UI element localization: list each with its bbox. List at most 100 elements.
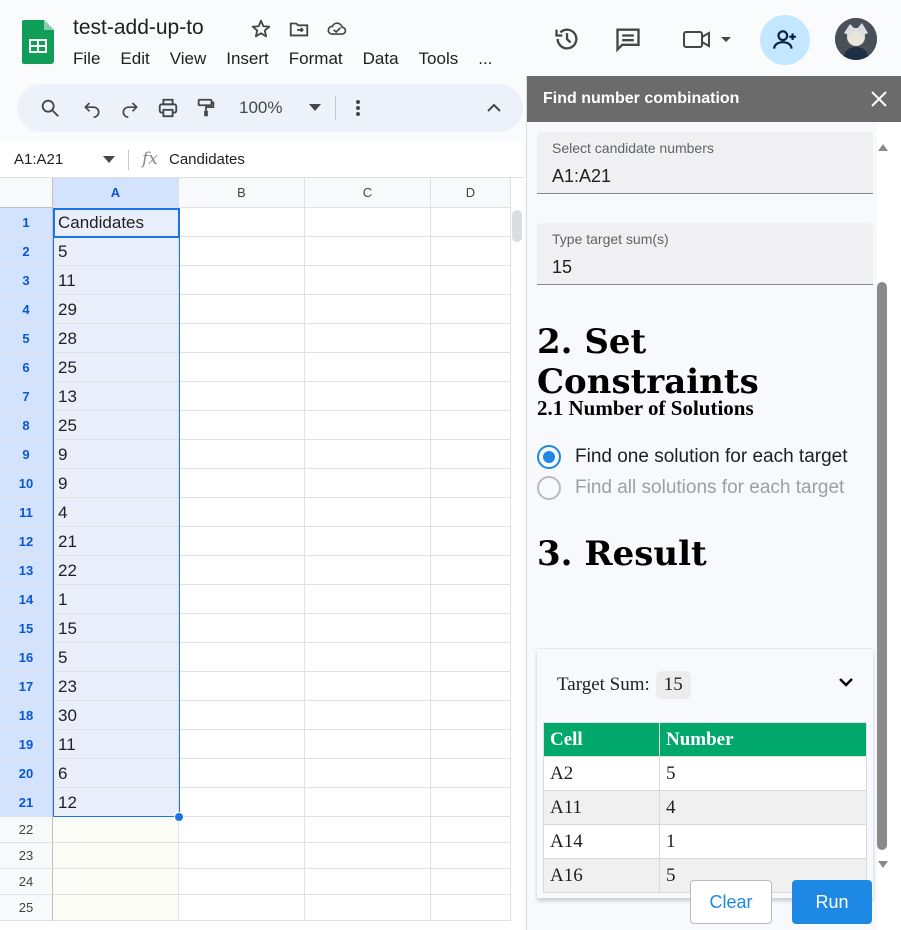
search-menus-icon[interactable] (35, 93, 65, 123)
cell-empty[interactable] (305, 266, 431, 295)
cell-empty[interactable] (179, 208, 305, 237)
cell-empty[interactable] (179, 266, 305, 295)
cell-a[interactable] (53, 843, 179, 869)
row-header[interactable]: 11 (0, 498, 53, 527)
comments-icon[interactable] (613, 24, 643, 54)
cell-empty[interactable] (179, 614, 305, 643)
radio-selected-icon[interactable] (537, 445, 561, 469)
cell-empty[interactable] (431, 556, 511, 585)
panel-scrollbar-thumb[interactable] (877, 282, 887, 850)
cell-empty[interactable] (305, 295, 431, 324)
cell-empty[interactable] (179, 498, 305, 527)
cell-empty[interactable] (179, 237, 305, 266)
row-header[interactable]: 8 (0, 411, 53, 440)
cell-a[interactable]: 1 (53, 585, 179, 614)
radio-all-solutions[interactable]: Find all solutions for each target (537, 476, 844, 500)
cell-empty[interactable] (179, 353, 305, 382)
row-header[interactable]: 19 (0, 730, 53, 759)
radio-unselected-icon[interactable] (537, 476, 561, 500)
cell-empty[interactable] (179, 843, 305, 869)
cell-empty[interactable] (431, 643, 511, 672)
scroll-down-icon[interactable] (877, 860, 889, 870)
row-header[interactable]: 12 (0, 527, 53, 556)
row-header[interactable]: 9 (0, 440, 53, 469)
sheets-logo-icon[interactable] (22, 20, 54, 64)
fill-handle[interactable] (174, 812, 184, 822)
menu-insert[interactable]: Insert (226, 49, 269, 69)
version-history-icon[interactable] (552, 24, 582, 54)
cell-empty[interactable] (305, 672, 431, 701)
cell-empty[interactable] (431, 266, 511, 295)
column-header-d[interactable]: D (431, 178, 511, 208)
cell-empty[interactable] (305, 498, 431, 527)
cell-empty[interactable] (431, 759, 511, 788)
row-header[interactable]: 22 (0, 817, 53, 843)
cell-a[interactable]: 21 (53, 527, 179, 556)
cell-empty[interactable] (305, 817, 431, 843)
cell-a[interactable]: 22 (53, 556, 179, 585)
paint-format-icon[interactable] (191, 93, 221, 123)
row-header[interactable]: 10 (0, 469, 53, 498)
row-header[interactable]: 13 (0, 556, 53, 585)
row-header[interactable]: 25 (0, 895, 53, 921)
cell-empty[interactable] (179, 759, 305, 788)
cell-empty[interactable] (305, 324, 431, 353)
formula-content[interactable]: Candidates (169, 151, 245, 168)
candidate-range-field[interactable]: Select candidate numbers A1:A21 (537, 132, 873, 194)
cell-a[interactable]: 23 (53, 672, 179, 701)
column-header-a[interactable]: A (53, 178, 179, 208)
row-header[interactable]: 6 (0, 353, 53, 382)
cell-empty[interactable] (179, 411, 305, 440)
cell-a[interactable]: 5 (53, 237, 179, 266)
row-header[interactable]: 21 (0, 788, 53, 817)
name-box[interactable]: A1:A21 (14, 151, 63, 168)
menu-tools[interactable]: Tools (419, 49, 459, 69)
cell-empty[interactable] (305, 759, 431, 788)
cell-empty[interactable] (305, 208, 431, 237)
cell-empty[interactable] (431, 382, 511, 411)
cell-empty[interactable] (179, 585, 305, 614)
cell-empty[interactable] (431, 614, 511, 643)
cell-a[interactable] (53, 869, 179, 895)
menu-file[interactable]: File (73, 49, 100, 69)
cell-a[interactable]: 15 (53, 614, 179, 643)
cell-empty[interactable] (431, 895, 511, 921)
cell-a[interactable]: 25 (53, 411, 179, 440)
run-button[interactable]: Run (792, 880, 872, 924)
row-header[interactable]: 24 (0, 869, 53, 895)
column-header-b[interactable]: B (179, 178, 305, 208)
row-header[interactable]: 5 (0, 324, 53, 353)
cell-empty[interactable] (431, 730, 511, 759)
cell-a[interactable]: 4 (53, 498, 179, 527)
cell-empty[interactable] (305, 730, 431, 759)
avatar[interactable] (835, 18, 877, 60)
menu-edit[interactable]: Edit (120, 49, 149, 69)
cell-a[interactable]: 11 (53, 730, 179, 759)
menu-view[interactable]: View (170, 49, 207, 69)
cell-empty[interactable] (179, 730, 305, 759)
cell-a[interactable] (53, 817, 179, 843)
cell-empty[interactable] (179, 701, 305, 730)
chevron-down-icon[interactable] (103, 156, 115, 164)
cell-empty[interactable] (431, 440, 511, 469)
cell-empty[interactable] (431, 817, 511, 843)
grid-scrollbar-thumb[interactable] (512, 210, 522, 242)
row-header[interactable]: 18 (0, 701, 53, 730)
cell-a[interactable]: 9 (53, 469, 179, 498)
menu-more[interactable]: ... (478, 49, 492, 69)
cell-empty[interactable] (305, 527, 431, 556)
cell-empty[interactable] (305, 237, 431, 266)
cell-empty[interactable] (179, 643, 305, 672)
cell-empty[interactable] (431, 788, 511, 817)
cell-a[interactable] (53, 895, 179, 921)
cloud-saved-icon[interactable] (326, 18, 348, 40)
cell-empty[interactable] (305, 382, 431, 411)
cell-empty[interactable] (179, 556, 305, 585)
row-header[interactable]: 14 (0, 585, 53, 614)
cell-empty[interactable] (431, 469, 511, 498)
cell-empty[interactable] (431, 701, 511, 730)
target-sum-value[interactable]: 15 (552, 257, 572, 278)
cell-empty[interactable] (179, 324, 305, 353)
menu-format[interactable]: Format (289, 49, 343, 69)
cell-a[interactable]: 5 (53, 643, 179, 672)
